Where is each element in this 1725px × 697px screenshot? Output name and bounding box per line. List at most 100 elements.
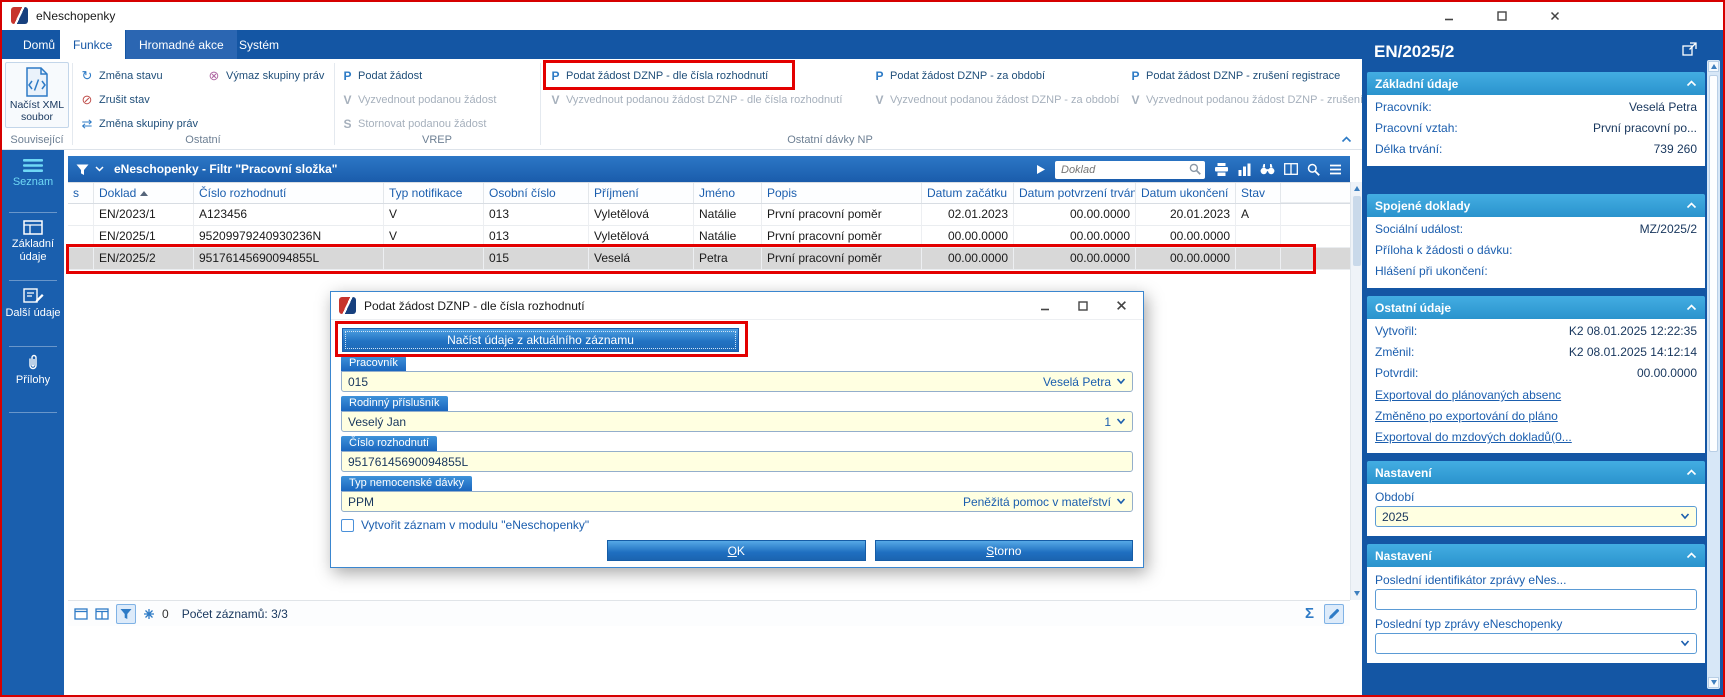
row-filler [1281, 204, 1350, 226]
typ-davky-input[interactable]: PPM Peněžitá pomoc v mateřství [341, 491, 1133, 512]
storno-button[interactable]: Storno [875, 540, 1134, 561]
ribbon-item-podat-dznp-cislo-rozhodnuti[interactable]: P Podat žádost DZNP - dle čísla rozhodnu… [550, 65, 768, 87]
column-header[interactable]: Stav [1236, 183, 1281, 203]
chevron-down-icon[interactable] [95, 166, 104, 172]
column-header[interactable]: Osobní číslo [484, 183, 589, 203]
panel-title: EN/2025/2 [1374, 42, 1454, 62]
section-header[interactable]: Nastavení [1367, 544, 1705, 567]
table-row[interactable]: EN/2025/1 95209979240930236N V 013 Vylet… [68, 226, 1350, 248]
cislo-rozhodnuti-input[interactable]: 95176145690094855L [341, 451, 1133, 472]
column-header[interactable]: Datum potvrzení trvání [1014, 183, 1136, 203]
ribbon-item-vymaz-skupiny-prav[interactable]: ⊗ Výmaz skupiny práv [207, 65, 324, 87]
column-header[interactable]: Popis [762, 183, 922, 203]
table-cell: A [1236, 204, 1281, 226]
table-row-selected[interactable]: EN/2025/2 95176145690094855L 015 Veselá … [68, 248, 1350, 270]
edit-toggle-button[interactable] [1324, 604, 1344, 624]
binoculars-icon[interactable] [1260, 163, 1275, 175]
filter-funnel-icon[interactable] [76, 163, 89, 176]
section-header[interactable]: Ostatní údaje [1367, 296, 1705, 319]
grid-scrollbar[interactable] [1350, 182, 1362, 600]
ribbon-item-label: Zrušit stav [99, 94, 150, 106]
scroll-down-button[interactable] [1708, 677, 1719, 688]
posledni-typ-zpravy-input[interactable] [1375, 633, 1697, 654]
xml-document-icon [24, 67, 50, 97]
ribbon-item-label: Podat žádost DZNP - dle čísla rozhodnutí [566, 70, 768, 82]
ribbon-item-podat-dznp-zruseni-registrace[interactable]: P Podat žádost DZNP - zrušení registrace [1130, 65, 1340, 87]
column-header[interactable]: Typ notifikace [384, 183, 484, 203]
dropdown-chevron-icon[interactable] [1680, 513, 1690, 520]
chart-icon[interactable] [1238, 163, 1251, 176]
column-header[interactable]: s [68, 183, 94, 203]
dropdown-chevron-icon[interactable] [1680, 640, 1690, 647]
posledni-identifikator-input[interactable] [1375, 589, 1697, 610]
dropdown-chevron-icon[interactable] [1116, 498, 1126, 505]
scrollbar-thumb[interactable] [1353, 196, 1361, 266]
panel-scrollbar[interactable] [1707, 60, 1720, 689]
column-header[interactable]: Jméno [694, 183, 762, 203]
close-icon[interactable] [1116, 300, 1127, 311]
minimize-button[interactable] [1426, 3, 1472, 29]
table-cell: Vyletělová [589, 226, 694, 248]
split-view-icon[interactable] [95, 608, 109, 620]
table-cell: 013 [484, 226, 589, 248]
detail-view-icon[interactable] [74, 608, 88, 620]
scroll-up-button[interactable] [1708, 61, 1719, 72]
maximize-icon[interactable] [1078, 301, 1088, 311]
tab-funkce[interactable]: Funkce [60, 30, 125, 59]
ribbon-item-zmena-stavu[interactable]: ↻ Změna stavu [80, 65, 163, 87]
filter-toggle-button[interactable] [116, 604, 136, 624]
table-cell: 00.00.0000 [1136, 226, 1236, 248]
column-header[interactable]: Datum ukončení [1136, 183, 1236, 203]
ribbon-item-podat-zadost[interactable]: P Podat žádost [342, 65, 422, 87]
open-in-window-icon[interactable] [1682, 42, 1697, 56]
scroll-down-icon[interactable] [1354, 591, 1360, 596]
pracovnik-input[interactable]: 015 Veselá Petra [341, 371, 1133, 392]
collapse-ribbon-button[interactable] [1341, 136, 1352, 143]
column-header[interactable]: Datum začátku [922, 183, 1014, 203]
scroll-up-icon[interactable] [1354, 186, 1360, 191]
export-link[interactable]: Exportoval do plánovaných absenc [1367, 385, 1705, 406]
load-xml-button[interactable]: Načíst XML soubor [5, 62, 69, 128]
ok-button[interactable]: OK [607, 540, 866, 561]
scrollbar-thumb[interactable] [1709, 75, 1718, 452]
ribbon-item-zrusit-stav[interactable]: ⊘ Zrušit stav [80, 89, 150, 111]
table-row[interactable]: EN/2023/1 A123456 V 013 Vyletělová Natál… [68, 204, 1350, 226]
sidebar-item-dalsi-udaje[interactable]: Další údaje [2, 288, 64, 320]
checkbox[interactable] [341, 519, 354, 532]
export-link[interactable]: Změněno po exportování do pláno [1367, 406, 1705, 427]
export-link[interactable]: Exportoval do mzdových dokladů(0... [1367, 427, 1705, 448]
dropdown-chevron-icon[interactable] [1116, 378, 1126, 385]
rodinny-prislusnik-input[interactable]: Veselý Jan 1 [341, 411, 1133, 432]
menu-icon[interactable] [1329, 164, 1342, 175]
play-icon[interactable] [1036, 164, 1046, 175]
obdobi-input[interactable]: 2025 [1375, 506, 1697, 527]
minimize-icon[interactable] [1040, 301, 1050, 311]
sum-icon[interactable]: Σ [1305, 605, 1314, 622]
section-header[interactable]: Základní údaje [1367, 72, 1705, 95]
zoom-settings-icon[interactable] [1307, 163, 1320, 176]
refresh-asterisk-icon[interactable] [143, 608, 155, 620]
print-icon[interactable] [1214, 163, 1229, 176]
ribbon-item-zmena-skupiny-prav[interactable]: ⇄ Změna skupiny práv [80, 113, 198, 135]
detail-row: Hlášení při ukončení: [1367, 262, 1705, 283]
collapse-section-icon [1686, 469, 1697, 476]
column-header[interactable]: Číslo rozhodnutí [194, 183, 384, 203]
maximize-button[interactable] [1479, 3, 1525, 29]
table-cell: 013 [484, 204, 589, 226]
close-button[interactable] [1532, 3, 1578, 29]
columns-icon[interactable] [1284, 163, 1298, 175]
dropdown-chevron-icon[interactable] [1116, 418, 1126, 425]
tab-system[interactable]: Systém [226, 30, 292, 59]
column-header[interactable]: Příjmení [589, 183, 694, 203]
sidebar-item-seznam[interactable]: Seznam [2, 158, 64, 189]
section-header[interactable]: Spojené doklady [1367, 194, 1705, 217]
sidebar-item-zakladni-udaje[interactable]: Základní údaje [2, 220, 64, 263]
column-header-sorted[interactable]: Doklad [94, 183, 194, 203]
section-ostatni-udaje: Ostatní údaje Vytvořil:K2 08.01.2025 12:… [1367, 296, 1705, 453]
sidebar-item-prilohy[interactable]: Přílohy [2, 354, 64, 387]
search-input[interactable] [1055, 161, 1205, 179]
load-current-record-button[interactable]: Načíst údaje z aktuálního záznamu [342, 328, 739, 352]
section-header[interactable]: Nastavení [1367, 461, 1705, 484]
ribbon-item-podat-dznp-za-obdobi[interactable]: P Podat žádost DZNP - za období [874, 65, 1045, 87]
tab-hromadne-akce[interactable]: Hromadné akce [126, 30, 237, 59]
